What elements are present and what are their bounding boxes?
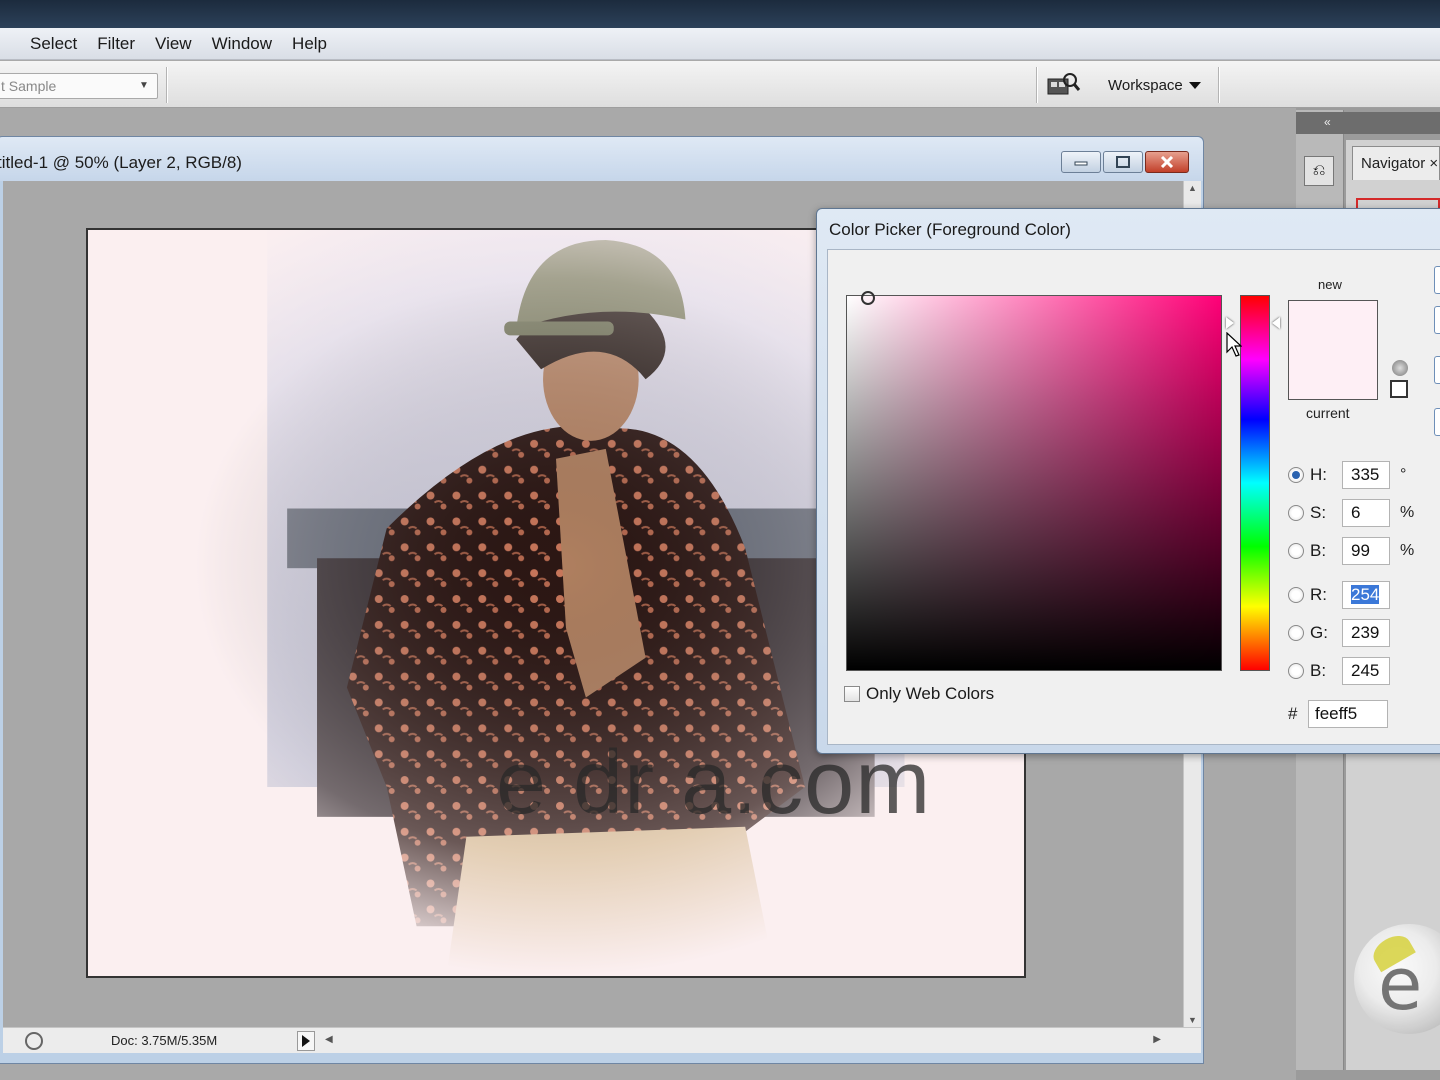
red-label: R: [1310, 585, 1327, 604]
hex-label: # [1288, 704, 1298, 723]
red-row: R: 254 [1288, 581, 1390, 609]
hue-radio[interactable] [1288, 467, 1304, 483]
web-cube-icon[interactable] [1390, 380, 1408, 398]
brightness-row: B: 99 % [1288, 537, 1414, 565]
ok-button[interactable] [1434, 266, 1440, 294]
hex-row: # feeff5 [1288, 700, 1388, 728]
green-input[interactable]: 239 [1342, 619, 1390, 647]
current-color-label: current [1306, 405, 1350, 421]
mouse-pointer-icon [1226, 332, 1242, 357]
scroll-up-icon[interactable]: ▲ [1188, 183, 1197, 193]
hue-slider-handle-left[interactable] [1226, 317, 1234, 329]
document-size: Doc: 3.75M/5.35M [111, 1033, 218, 1048]
new-color-swatch [1289, 301, 1377, 350]
workspace-menu-button[interactable]: Workspace [1102, 72, 1207, 98]
hue-slider[interactable] [1240, 295, 1270, 671]
history-icon: ⎌ [1312, 162, 1326, 179]
sample-size-select[interactable]: t Sample ▼ [0, 73, 158, 99]
triangle-down-icon [1188, 81, 1201, 89]
blue-radio[interactable] [1288, 663, 1304, 679]
document-title: titled-1 @ 50% (Layer 2, RGB/8) [0, 153, 242, 172]
only-web-colors-checkbox[interactable] [844, 686, 860, 702]
new-color-label: new [1318, 277, 1342, 292]
scroll-right-icon[interactable]: ▶ [1153, 1034, 1161, 1045]
options-separator [1218, 67, 1220, 103]
saturation-input[interactable]: 6 [1342, 499, 1390, 527]
saturation-radio[interactable] [1288, 505, 1304, 521]
blue-label: B: [1310, 661, 1327, 680]
close-icon [1160, 156, 1174, 168]
red-input-selected-text: 254 [1351, 585, 1380, 604]
green-row: G: 239 [1288, 619, 1390, 647]
dock-header[interactable]: « [1296, 112, 1440, 134]
saturation-label: S: [1310, 503, 1327, 522]
bridge-icon [1047, 73, 1081, 95]
logo-e-icon: e [1378, 942, 1423, 1026]
brightness-radio[interactable] [1288, 543, 1304, 559]
bridge-button[interactable] [1046, 71, 1082, 99]
color-swatch [1288, 300, 1378, 400]
blue-input[interactable]: 245 [1342, 657, 1390, 685]
options-separator [166, 67, 168, 103]
status-menu-button[interactable] [297, 1031, 315, 1051]
green-label: G: [1310, 623, 1328, 642]
options-bar: t Sample ▼ Workspace [0, 61, 1440, 108]
sample-size-value: t Sample [1, 78, 57, 94]
hex-input[interactable]: feeff5 [1308, 700, 1388, 728]
tab-navigator[interactable]: Navigator × [1352, 146, 1440, 180]
cancel-button[interactable] [1434, 306, 1440, 334]
hue-slider-handle-right[interactable] [1272, 317, 1280, 329]
workspace-label: Workspace [1108, 76, 1183, 94]
minimize-button[interactable] [1061, 151, 1101, 173]
color-libraries-button[interactable] [1434, 408, 1440, 436]
hue-label: H: [1310, 465, 1327, 484]
menu-help[interactable]: Help [282, 34, 337, 54]
navigator-preview[interactable] [1356, 198, 1440, 208]
os-title-strip [0, 0, 1440, 28]
chevron-down-icon: ▼ [139, 80, 149, 91]
brightness-label: B: [1310, 541, 1327, 560]
saturation-row: S: 6 % [1288, 499, 1414, 527]
red-input[interactable]: 254 [1342, 581, 1390, 609]
menu-window[interactable]: Window [202, 34, 282, 54]
dialog-title: Color Picker (Foreground Color) [829, 220, 1071, 239]
saturation-unit: % [1400, 504, 1415, 521]
green-radio[interactable] [1288, 625, 1304, 641]
close-button[interactable] [1145, 151, 1189, 173]
current-color-swatch[interactable] [1289, 350, 1377, 399]
history-panel-button[interactable]: ⎌ [1304, 156, 1334, 186]
zoom-icon[interactable] [25, 1032, 43, 1050]
options-separator [1036, 67, 1038, 103]
scroll-down-icon[interactable]: ▼ [1188, 1015, 1197, 1025]
menu-bar: Select Filter View Window Help [0, 28, 1440, 60]
color-field-cursor[interactable] [861, 291, 875, 305]
only-web-colors-label: Only Web Colors [866, 684, 995, 703]
blue-row: B: 245 [1288, 657, 1390, 685]
arrow-right-icon [302, 1035, 310, 1047]
maximize-button[interactable] [1103, 151, 1143, 173]
scroll-left-icon[interactable]: ◀ [325, 1034, 333, 1045]
red-radio[interactable] [1288, 587, 1304, 603]
hue-unit: ° [1400, 466, 1407, 483]
brightness-input[interactable]: 99 [1342, 537, 1390, 565]
minimize-icon [1074, 161, 1088, 166]
only-web-colors-option[interactable]: Only Web Colors [844, 684, 994, 704]
gamut-warning-icon[interactable] [1392, 360, 1408, 376]
menu-view[interactable]: View [145, 34, 202, 54]
document-titlebar[interactable]: titled-1 @ 50% (Layer 2, RGB/8) [0, 137, 1203, 181]
menu-filter[interactable]: Filter [87, 34, 145, 54]
add-to-swatches-button[interactable] [1434, 356, 1440, 384]
hue-input[interactable]: 335 [1342, 461, 1390, 489]
brightness-unit: % [1400, 542, 1415, 559]
window-controls [1061, 151, 1189, 173]
status-bar: Doc: 3.75M/5.35M ◀ ▶ [3, 1027, 1201, 1053]
collapse-icon[interactable]: « [1324, 115, 1331, 129]
menu-select[interactable]: Select [20, 34, 87, 54]
hue-row: H: 335 ° [1288, 461, 1406, 489]
color-field[interactable] [846, 295, 1222, 671]
maximize-icon [1116, 156, 1130, 168]
